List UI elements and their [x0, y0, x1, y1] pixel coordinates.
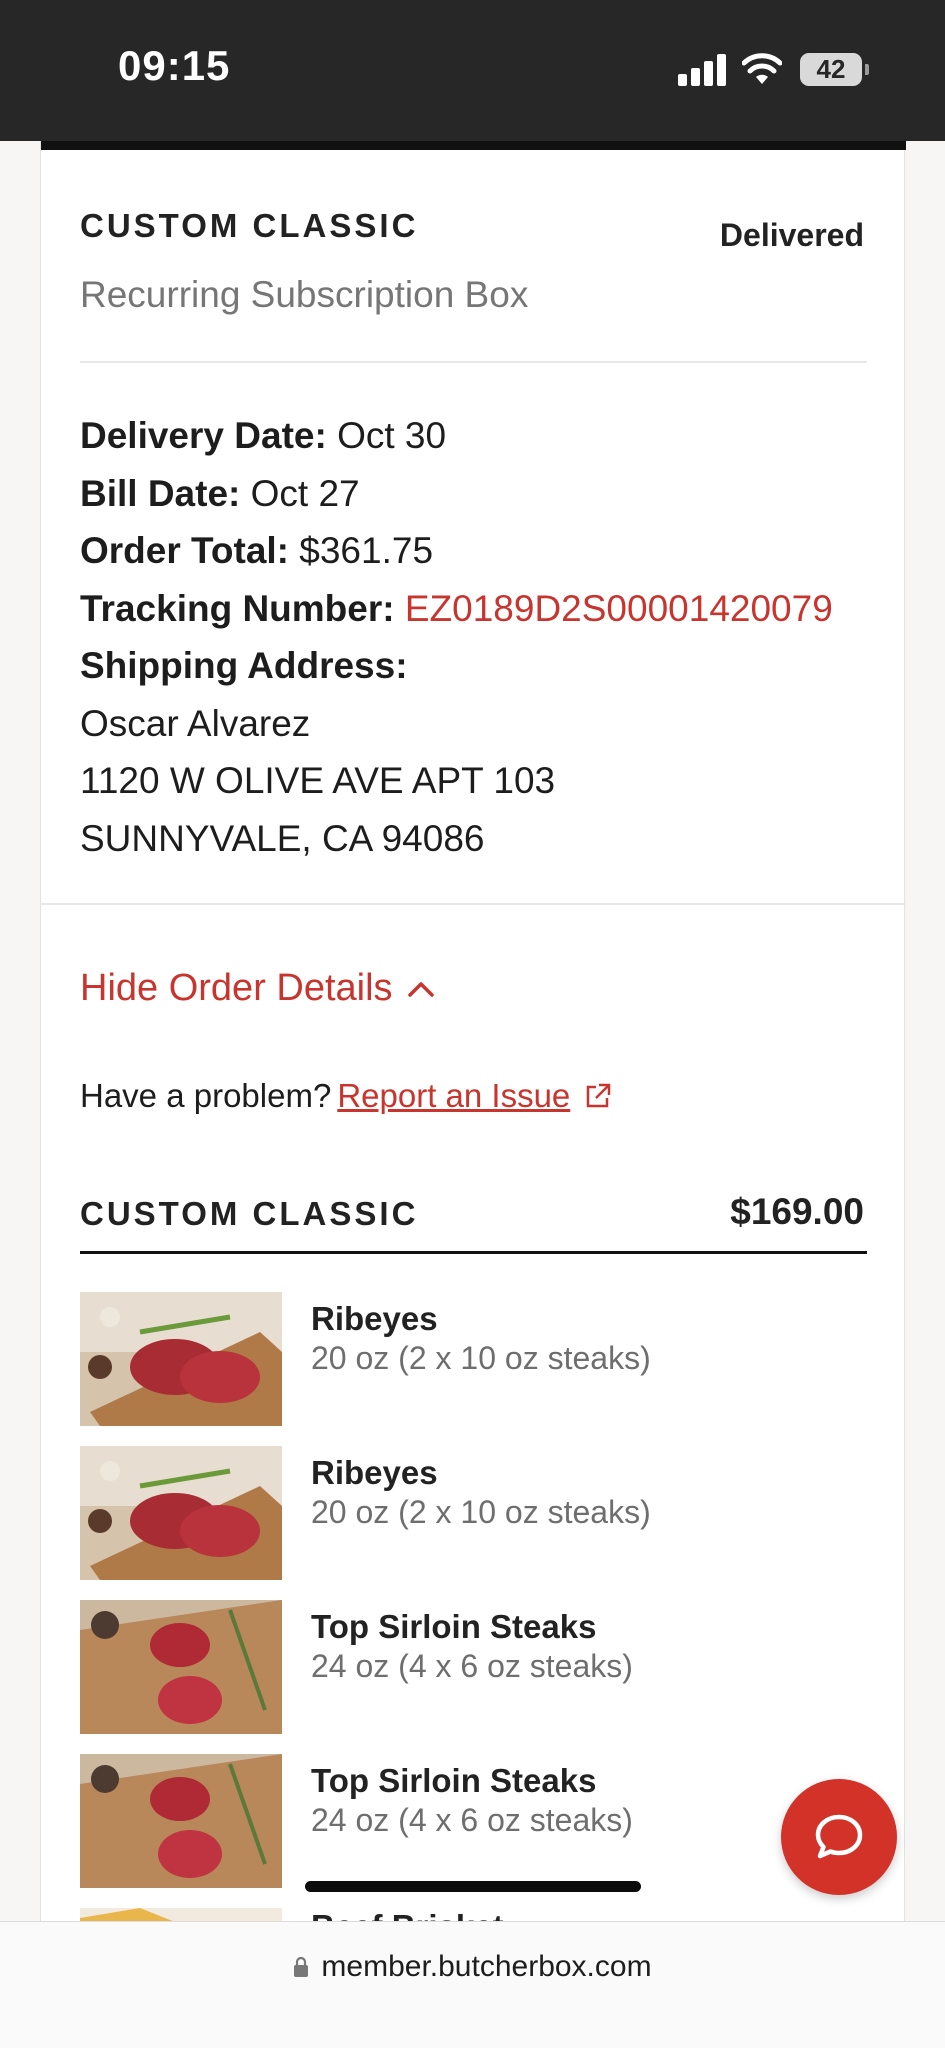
- divider: [80, 361, 867, 363]
- divider: [41, 903, 906, 905]
- tracking-label: Tracking Number:: [80, 587, 395, 629]
- delivery-date-row: Delivery Date: Oct 30: [80, 407, 880, 465]
- ribeye-steaks-image: [80, 1446, 282, 1580]
- external-link-icon[interactable]: [584, 1082, 612, 1110]
- sirloin-steaks-image: [80, 1600, 282, 1734]
- report-issue-link[interactable]: Report an Issue: [337, 1077, 570, 1115]
- item-description: 24 oz (4 x 6 oz steaks): [311, 1802, 633, 1838]
- sirloin-steaks-image: [80, 1754, 282, 1888]
- bill-date-value: Oct 27: [250, 472, 360, 514]
- battery-icon: 42: [800, 53, 869, 86]
- list-item: Top Sirloin Steaks 24 oz (4 x 6 oz steak…: [80, 1600, 870, 1754]
- plan-name: CUSTOM CLASSIC: [80, 207, 419, 244]
- hide-order-details-button[interactable]: Hide Order Details: [80, 967, 435, 1010]
- hide-order-details-label: Hide Order Details: [80, 967, 393, 1009]
- browser-url-bar[interactable]: member.butcherbox.com: [0, 1921, 945, 2048]
- tracking-number-link[interactable]: EZ0189D2S00001420079: [405, 588, 833, 629]
- chat-bubble-icon: [815, 1814, 863, 1859]
- order-status: Delivered: [719, 217, 864, 253]
- tracking-row: Tracking Number: EZ0189D2S00001420079: [80, 580, 880, 638]
- bill-date-row: Bill Date: Oct 27: [80, 465, 880, 523]
- address-line2: SUNNYVALE, CA 94086: [80, 817, 485, 859]
- plan-subtitle: Recurring Subscription Box: [80, 274, 529, 315]
- item-name: Ribeyes: [311, 1454, 438, 1491]
- address-name: Oscar Alvarez: [80, 702, 311, 744]
- url-text: member.butcherbox.com: [321, 1950, 652, 1983]
- status-bar: 09:15 42: [0, 0, 945, 141]
- url-display[interactable]: member.butcherbox.com: [0, 1950, 945, 1984]
- item-description: 20 oz (2 x 10 oz steaks): [311, 1340, 651, 1376]
- list-item: Ribeyes 20 oz (2 x 10 oz steaks): [80, 1446, 870, 1600]
- cellular-signal-icon: [678, 54, 728, 86]
- box-title: CUSTOM CLASSIC: [80, 1195, 419, 1232]
- home-indicator[interactable]: [305, 1881, 641, 1892]
- box-price: $169.00: [730, 1191, 864, 1232]
- order-card: CUSTOM CLASSIC Delivered Recurring Subsc…: [40, 141, 906, 2042]
- box-divider: [80, 1251, 867, 1254]
- chat-button[interactable]: [781, 1779, 897, 1895]
- bill-date-label: Bill Date:: [80, 472, 241, 514]
- delivery-date-label: Delivery Date:: [80, 415, 327, 456]
- problem-row: Have a problem? Report an Issue: [80, 1077, 612, 1115]
- list-item: Ribeyes 20 oz (2 x 10 oz steaks): [80, 1292, 870, 1446]
- item-description: 24 oz (4 x 6 oz steaks): [311, 1648, 633, 1684]
- order-total-row: Order Total: $361.75: [80, 522, 880, 580]
- item-name: Ribeyes: [311, 1300, 438, 1337]
- order-info: Delivery Date: Oct 30 Bill Date: Oct 27 …: [80, 407, 880, 867]
- item-description: 20 oz (2 x 10 oz steaks): [311, 1494, 651, 1530]
- card-top-border: [41, 141, 906, 150]
- shipping-row: Shipping Address:: [80, 637, 880, 695]
- item-name: Top Sirloin Steaks: [311, 1762, 597, 1799]
- item-name: Top Sirloin Steaks: [311, 1608, 597, 1645]
- lock-icon: [294, 1956, 309, 1977]
- order-total-label: Order Total:: [80, 530, 289, 571]
- shipping-label: Shipping Address:: [80, 645, 408, 686]
- address-line1: 1120 W OLIVE AVE APT 103: [80, 760, 556, 801]
- chevron-up-icon: [407, 981, 434, 997]
- delivery-date-value: Oct 30: [337, 415, 447, 456]
- problem-text: Have a problem?: [80, 1077, 332, 1114]
- ribeye-steaks-image: [80, 1292, 282, 1426]
- status-time: 09:15: [118, 42, 231, 89]
- order-total-value: $361.75: [299, 530, 434, 571]
- wifi-icon: [742, 53, 782, 84]
